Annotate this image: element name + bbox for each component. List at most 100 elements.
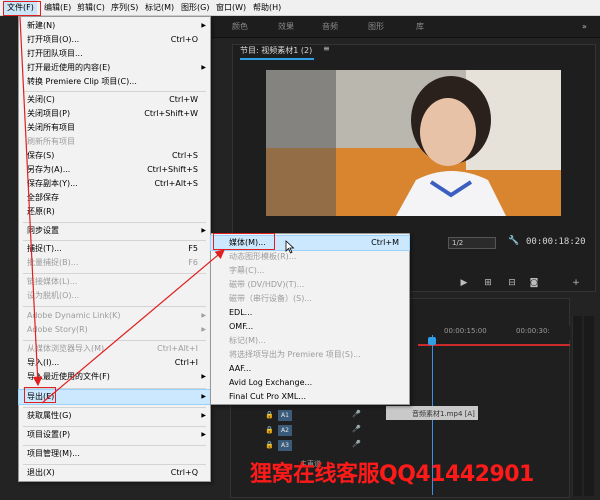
file-menu-refresh-all[interactable]: 刷新所有项目 xyxy=(19,135,210,149)
file-menu-project-settings[interactable]: 项目设置(P) ▶ xyxy=(19,428,210,442)
file-menu-open-recent[interactable]: 打开最近使用的内容(E) ▶ xyxy=(19,61,210,75)
program-monitor-tab[interactable]: 节目: 视频素材1 (2) xyxy=(240,44,312,58)
annotation-box-file xyxy=(3,1,41,16)
track-a3[interactable]: A3 xyxy=(278,440,292,451)
export-final-cut-pro-xml[interactable]: Final Cut Pro XML... xyxy=(211,390,409,404)
microphone-icon[interactable]: 🎤 xyxy=(352,410,361,418)
file-menu-close-label: 关闭(C) xyxy=(27,95,55,104)
file-menu-convert-clip[interactable]: 转换 Premiere Clip 项目(C)... xyxy=(19,75,210,89)
file-menu-new-label: 新建(N) xyxy=(27,21,56,30)
menu-edit[interactable]: 编辑(E) xyxy=(41,0,74,16)
export-frame-icon[interactable]: ◙ xyxy=(528,278,540,288)
file-menu-close[interactable]: 关闭(C) Ctrl+W xyxy=(19,93,210,107)
file-menu-save-label: 保存(S) xyxy=(27,151,55,160)
settings-wrench-icon[interactable]: 🔧 xyxy=(508,236,519,246)
panel-menu-icon[interactable]: ≡ xyxy=(323,44,330,53)
file-menu-project-manager[interactable]: 项目管理(M)... xyxy=(19,447,210,461)
file-menu-convert-clip-label: 转换 Premiere Clip 项目(C)... xyxy=(27,77,137,86)
file-menu-adobe-story[interactable]: Adobe Story(R) ▶ xyxy=(19,323,210,337)
export-aaf[interactable]: AAF... xyxy=(211,362,409,376)
workspace-tab-graphics[interactable]: 图形 xyxy=(368,16,384,38)
playback-resolution-select[interactable]: 1/2 xyxy=(448,237,496,249)
lock-icon[interactable]: 🔒 xyxy=(265,441,274,449)
track-a2[interactable]: A2 xyxy=(278,425,292,436)
workspace-tab-effects[interactable]: 效果 xyxy=(278,16,294,38)
microphone-icon[interactable]: 🎤 xyxy=(352,440,361,448)
workspace-tab-color[interactable]: 颜色 xyxy=(232,16,248,38)
menu-graphics[interactable]: 图形(G) xyxy=(178,0,212,16)
export-tape-serial[interactable]: 磁带（串行设备）(S)... xyxy=(211,292,409,306)
playhead-handle[interactable] xyxy=(428,337,436,345)
file-menu-capture[interactable]: 捕捉(T)... F5 xyxy=(19,242,210,256)
file-menu-close-project[interactable]: 关闭项目(P) Ctrl+Shift+W xyxy=(19,107,210,121)
submenu-arrow-icon: ▶ xyxy=(201,373,206,380)
menu-clip[interactable]: 剪辑(C) xyxy=(74,0,108,16)
file-menu-import[interactable]: 导入(I)... Ctrl+I xyxy=(19,356,210,370)
ruler-label: 00:00:30: xyxy=(516,327,550,335)
file-menu-capture-label: 捕捉(T)... xyxy=(27,244,62,253)
file-menu-import-recent[interactable]: 导入最近使用的文件(F) ▶ xyxy=(19,370,210,384)
export-omf[interactable]: OMF... xyxy=(211,320,409,334)
audio-meter-left xyxy=(572,316,582,496)
file-menu-save[interactable]: 保存(S) Ctrl+S xyxy=(19,149,210,163)
step-forward-icon[interactable]: ▶ xyxy=(458,278,470,288)
file-menu-get-properties-label: 获取属性(G) xyxy=(27,411,72,420)
annotation-box-export xyxy=(24,387,56,403)
file-menu-dynamic-link[interactable]: Adobe Dynamic Link(K) ▶ xyxy=(19,309,210,323)
file-menu-open-project[interactable]: 打开项目(O)... Ctrl+O xyxy=(19,33,210,47)
file-menu-refresh-all-label: 刷新所有项目 xyxy=(27,137,75,146)
add-button-icon[interactable]: + xyxy=(570,278,582,288)
file-menu-dropdown: 新建(N) ▶ 打开项目(O)... Ctrl+O 打开团队项目... 打开最近使用… xyxy=(18,16,211,482)
export-edl[interactable]: EDL... xyxy=(211,306,409,320)
file-menu-make-offline[interactable]: 设为脱机(O)... xyxy=(19,289,210,303)
insert-icon[interactable]: ⊞ xyxy=(482,278,494,288)
file-menu-sync-settings[interactable]: 同步设置 ▶ xyxy=(19,224,210,238)
export-selection-as-project[interactable]: 将选择项导出为 Premiere 项目(S)... xyxy=(211,348,409,362)
file-menu-batch-capture[interactable]: 批量捕捉(B)... F6 xyxy=(19,256,210,270)
export-tape-dv[interactable]: 磁带 (DV/HDV)(T)... xyxy=(211,278,409,292)
track-a1[interactable]: A1 xyxy=(278,410,292,421)
lock-icon[interactable]: 🔒 xyxy=(265,426,274,434)
submenu-arrow-icon: ▶ xyxy=(201,431,206,438)
menu-marker[interactable]: 标记(M) xyxy=(142,0,177,16)
shortcut-label: Ctrl+I xyxy=(174,358,198,367)
file-menu-save-all[interactable]: 全部保存 xyxy=(19,191,210,205)
file-menu-revert[interactable]: 还原(R) xyxy=(19,205,210,219)
export-markers[interactable]: 标记(M)... xyxy=(211,334,409,348)
file-menu-close-project-label: 关闭项目(P) xyxy=(27,109,71,118)
export-motion-graphics-template[interactable]: 动态图形模板(R)... xyxy=(211,250,409,264)
workspace-tab-libraries[interactable]: 库 xyxy=(416,16,424,38)
workspace-more-icon[interactable]: » xyxy=(582,16,587,38)
microphone-icon[interactable]: 🎤 xyxy=(352,425,361,433)
file-menu-exit[interactable]: 退出(X) Ctrl+Q xyxy=(19,466,210,480)
file-menu-save-as[interactable]: 另存为(A)... Ctrl+Shift+S xyxy=(19,163,210,177)
menu-sequence[interactable]: 序列(S) xyxy=(108,0,141,16)
menu-separator xyxy=(23,273,206,274)
file-menu-new[interactable]: 新建(N) ▶ xyxy=(19,19,210,33)
workspace-tab-audio[interactable]: 音频 xyxy=(322,16,338,38)
menu-help[interactable]: 帮助(H) xyxy=(250,0,284,16)
export-avid-log-exchange[interactable]: Avid Log Exchange... xyxy=(211,376,409,390)
export-submenu: 媒体(M)... Ctrl+M 动态图形模板(R)... 字幕(C)... 磁带 … xyxy=(210,233,410,405)
file-menu-get-properties[interactable]: 获取属性(G) ▶ xyxy=(19,409,210,423)
file-menu-save-copy[interactable]: 保存副本(Y)... Ctrl+Alt+S xyxy=(19,177,210,191)
export-aaf-label: AAF... xyxy=(229,364,252,373)
shortcut-label: F5 xyxy=(188,244,198,253)
menu-separator xyxy=(23,306,206,307)
file-menu-link-media[interactable]: 链接媒体(L)... xyxy=(19,275,210,289)
lock-icon[interactable]: 🔒 xyxy=(265,411,274,419)
file-menu-import-from-browser[interactable]: 从媒体浏览器导入(M) Ctrl+Alt+I xyxy=(19,342,210,356)
file-menu-save-copy-label: 保存副本(Y)... xyxy=(27,179,78,188)
shortcut-label: Ctrl+Shift+W xyxy=(144,109,198,118)
file-menu-close-all[interactable]: 关闭所有项目 xyxy=(19,121,210,135)
file-menu-open-team-project[interactable]: 打开团队项目... xyxy=(19,47,210,61)
file-menu-exit-label: 退出(X) xyxy=(27,468,55,477)
export-captions[interactable]: 字幕(C)... xyxy=(211,264,409,278)
file-menu-save-all-label: 全部保存 xyxy=(27,193,59,202)
menu-window[interactable]: 窗口(W) xyxy=(213,0,249,16)
overwrite-icon[interactable]: ⊟ xyxy=(506,278,518,288)
active-tab-indicator xyxy=(240,58,314,60)
submenu-arrow-icon: ▶ xyxy=(201,64,206,71)
submenu-arrow-icon: ▶ xyxy=(201,312,206,319)
shortcut-label: Ctrl+W xyxy=(169,95,198,104)
